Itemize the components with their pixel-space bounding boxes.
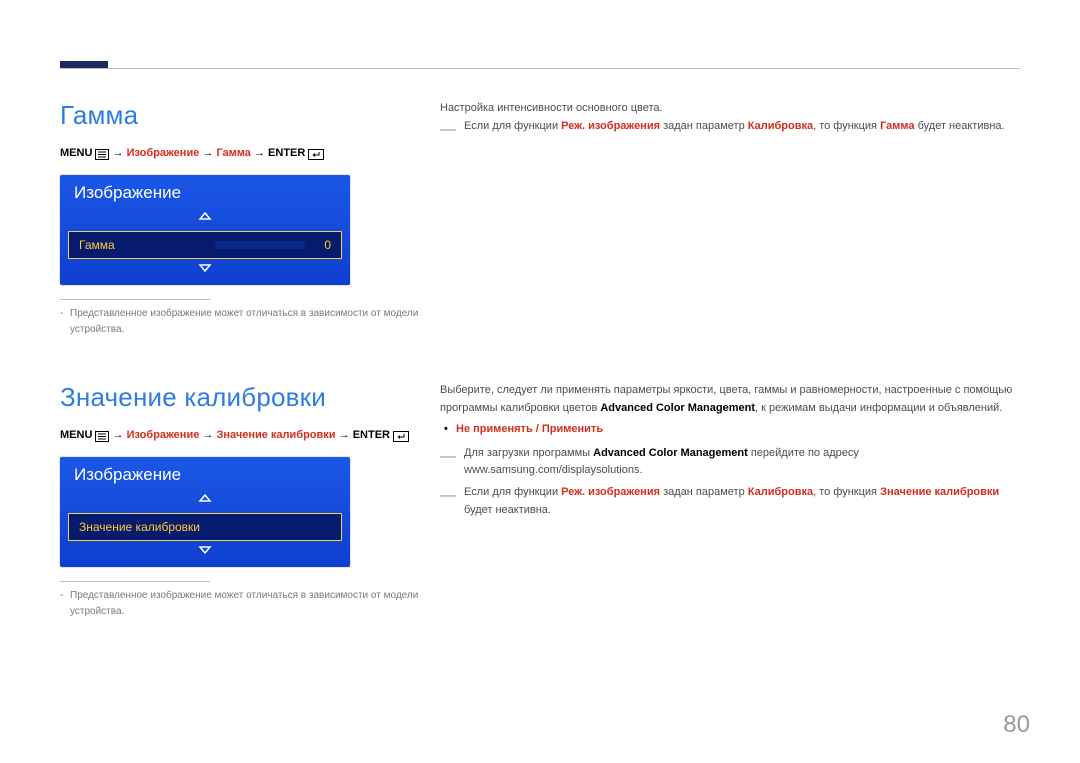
menu-icon (95, 149, 109, 161)
enter-icon (308, 149, 324, 161)
gamma-caption: Представленное изображение может отличат… (60, 306, 420, 338)
calibration-caption: Представленное изображение может отличат… (60, 588, 420, 620)
gamma-accent: Гамма (880, 120, 914, 132)
page-number: 80 (1003, 711, 1030, 739)
gamma-osd-panel: Изображение Гамма 0 (60, 175, 350, 285)
path-item: Изображение (127, 147, 200, 159)
note-text: Если для функции (464, 120, 561, 132)
acm-label: Advanced Color Management (593, 447, 748, 459)
osd-up-arrow[interactable] (60, 493, 350, 509)
mode-accent: Реж. изображения (561, 486, 660, 498)
note-text: задан параметр (660, 120, 748, 132)
arrow: → (202, 429, 213, 441)
arrow: → (113, 147, 124, 159)
path-item: Изображение (127, 429, 200, 441)
note-text: Если для функции (464, 486, 561, 498)
path-item: Значение калибровки (216, 429, 335, 441)
calib-accent: Калибровка (748, 486, 813, 498)
acm-label: Advanced Color Management (600, 402, 755, 414)
calib-accent: Калибровка (748, 120, 813, 132)
note-text: , то функция (813, 120, 880, 132)
osd-down-arrow[interactable] (60, 545, 350, 561)
gamma-right-column: Настройка интенсивности основного цвета.… (440, 100, 1020, 139)
download-url: www.samsung.com/displaysolutions. (464, 464, 643, 476)
osd-item-label: Гамма (79, 238, 215, 252)
cv-accent: Значение калибровки (880, 486, 999, 498)
arrow: → (113, 429, 124, 441)
calibration-osd-panel: Изображение Значение калибровки (60, 457, 350, 567)
osd-slider[interactable] (215, 241, 305, 249)
calibration-inactive-note: ― Если для функции Реж. изображения зада… (440, 484, 1020, 519)
osd-value: 0 (317, 238, 331, 252)
arrow: → (202, 147, 213, 159)
mode-accent: Реж. изображения (561, 120, 660, 132)
manual-page: Гамма MENU → Изображение → Гамма → ENTER (0, 0, 1080, 763)
enter-label: ENTER (353, 429, 390, 441)
gamma-title: Гамма (60, 100, 420, 131)
osd-item-calibration-value[interactable]: Значение калибровки (68, 513, 342, 541)
caption-rule (60, 581, 210, 582)
gamma-menu-path: MENU → Изображение → Гамма → ENTER (60, 147, 420, 161)
calibration-menu-path: MENU → Изображение → Значение калибровки… (60, 429, 420, 443)
gamma-inactive-note: ― Если для функции Реж. изображения зада… (440, 118, 1020, 136)
caption-rule (60, 299, 210, 300)
page-content: Гамма MENU → Изображение → Гамма → ENTER (60, 100, 1020, 723)
note-text: будет неактивна. (915, 120, 1005, 132)
gamma-desc-line: Настройка интенсивности основного цвета. (440, 100, 1020, 118)
calibration-paragraph: Выберите, следует ли применять параметры… (440, 382, 1020, 417)
section-calibration: Значение калибровки MENU → Изображение →… (60, 382, 1020, 620)
para-text: , к режимам выдачи информации и объявлен… (755, 402, 1002, 414)
options-text: Не применять / Применить (456, 423, 603, 435)
section-gamma: Гамма MENU → Изображение → Гамма → ENTER (60, 100, 1020, 338)
options-bullet: Не применять / Применить (440, 421, 1020, 439)
calibration-title: Значение калибровки (60, 382, 420, 413)
note-dash-icon: ― (440, 117, 456, 143)
note-text: задан параметр (660, 486, 748, 498)
enter-label: ENTER (268, 147, 305, 159)
osd-header: Изображение (60, 457, 350, 493)
enter-icon (393, 431, 409, 443)
menu-label: MENU (60, 429, 92, 441)
osd-up-arrow[interactable] (60, 211, 350, 227)
menu-icon (95, 431, 109, 443)
arrow: → (254, 147, 265, 159)
note-text: будет неактивна. (464, 504, 551, 516)
arrow: → (339, 429, 350, 441)
osd-down-arrow[interactable] (60, 263, 350, 279)
gamma-left-column: Гамма MENU → Изображение → Гамма → ENTER (60, 100, 440, 338)
download-note: ― Для загрузки программы Advanced Color … (440, 445, 1020, 480)
osd-item-label: Значение калибровки (79, 520, 331, 534)
note-text: перейдите по адресу (748, 447, 859, 459)
osd-header: Изображение (60, 175, 350, 211)
header-rule (60, 68, 1020, 69)
calib-right-column: Выберите, следует ли применять параметры… (440, 382, 1020, 523)
note-text: , то функция (813, 486, 880, 498)
calib-left-column: Значение калибровки MENU → Изображение →… (60, 382, 440, 620)
path-item: Гамма (216, 147, 250, 159)
menu-label: MENU (60, 147, 92, 159)
note-text: Для загрузки программы (464, 447, 593, 459)
note-dash-icon: ― (440, 483, 456, 509)
note-dash-icon: ― (440, 444, 456, 470)
osd-item-gamma[interactable]: Гамма 0 (68, 231, 342, 259)
